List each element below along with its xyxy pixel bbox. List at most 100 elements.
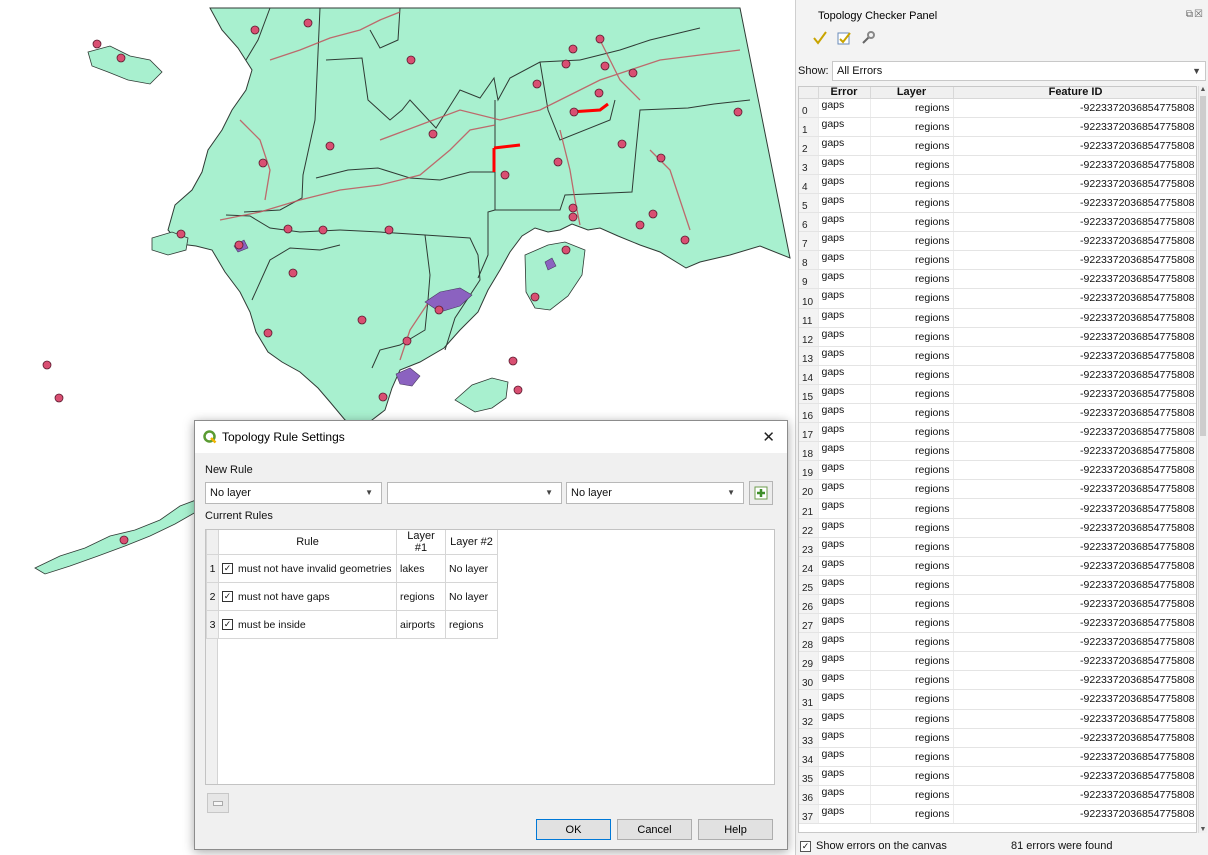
rule-layer2-cell[interactable]: regions <box>445 610 498 639</box>
error-cell-layer[interactable]: regions <box>870 594 954 615</box>
error-cell-type[interactable]: gaps <box>818 651 871 672</box>
error-table-row[interactable]: 37 gaps regions -9223372036854775808 <box>799 804 1196 825</box>
error-cell-layer[interactable]: regions <box>870 747 954 767</box>
error-cell-feature-id[interactable]: -9223372036854775808 <box>953 556 1196 576</box>
error-table-row[interactable]: 9 gaps regions -9223372036854775808 <box>799 269 1196 290</box>
error-cell-feature-id[interactable]: -9223372036854775808 <box>953 613 1196 634</box>
rules-table[interactable]: Rule Layer #1 Layer #2 1 ✓ must not have i… <box>205 529 775 785</box>
error-cell-type[interactable]: gaps <box>818 785 871 805</box>
scroll-up-icon[interactable]: ▲ <box>1199 86 1207 93</box>
error-cell-type[interactable]: gaps <box>818 518 871 538</box>
error-cell-layer[interactable]: regions <box>870 422 954 443</box>
error-cell-feature-id[interactable]: -9223372036854775808 <box>953 250 1196 271</box>
error-table[interactable]: Error Layer Feature ID 0 gaps regions -9223… <box>798 86 1197 833</box>
error-cell-layer[interactable]: regions <box>870 613 954 634</box>
error-cell-type[interactable]: gaps <box>818 288 871 309</box>
error-cell-type[interactable]: gaps <box>818 613 871 634</box>
error-cell-layer[interactable]: regions <box>870 785 954 805</box>
error-cell-layer[interactable]: regions <box>870 556 954 576</box>
error-cell-layer[interactable]: regions <box>870 651 954 672</box>
error-table-row[interactable]: 11 gaps regions -9223372036854775808 <box>799 308 1196 328</box>
error-table-row[interactable]: 34 gaps regions -9223372036854775808 <box>799 747 1196 767</box>
error-cell-feature-id[interactable]: -9223372036854775808 <box>953 231 1196 252</box>
error-cell-layer[interactable]: regions <box>870 441 954 462</box>
rule-type-combo[interactable]: ▼ <box>387 482 562 504</box>
error-table-row[interactable]: 8 gaps regions -9223372036854775808 <box>799 250 1196 271</box>
error-cell-type[interactable]: gaps <box>818 308 871 328</box>
error-table-row[interactable]: 28 gaps regions -9223372036854775808 <box>799 632 1196 653</box>
error-table-row[interactable]: 0 gaps regions -9223372036854775808 <box>799 98 1196 118</box>
error-cell-feature-id[interactable]: -9223372036854775808 <box>953 422 1196 443</box>
error-table-row[interactable]: 3 gaps regions -9223372036854775808 <box>799 155 1196 175</box>
error-table-row[interactable]: 14 gaps regions -9223372036854775808 <box>799 365 1196 385</box>
error-cell-layer[interactable]: regions <box>870 460 954 481</box>
error-cell-type[interactable]: gaps <box>818 804 871 825</box>
error-cell-type[interactable]: gaps <box>818 117 871 137</box>
error-cell-layer[interactable]: regions <box>870 728 954 748</box>
error-cell-layer[interactable]: regions <box>870 498 954 519</box>
error-cell-type[interactable]: gaps <box>818 174 871 194</box>
configure-rules-icon[interactable] <box>858 28 878 48</box>
error-cell-feature-id[interactable]: -9223372036854775808 <box>953 689 1196 710</box>
error-table-row[interactable]: 36 gaps regions -9223372036854775808 <box>799 785 1196 805</box>
error-cell-layer[interactable]: regions <box>870 537 954 557</box>
error-table-scrollbar[interactable]: ▲ ▼ <box>1198 86 1207 833</box>
cancel-button[interactable]: Cancel <box>617 819 692 840</box>
error-cell-layer[interactable]: regions <box>870 98 954 118</box>
error-cell-layer[interactable]: regions <box>870 174 954 194</box>
error-table-row[interactable]: 25 gaps regions -9223372036854775808 <box>799 575 1196 595</box>
error-table-row[interactable]: 1 gaps regions -9223372036854775808 <box>799 117 1196 137</box>
error-cell-layer[interactable]: regions <box>870 804 954 825</box>
error-cell-layer[interactable]: regions <box>870 384 954 405</box>
validate-extent-icon[interactable] <box>834 28 854 48</box>
error-cell-feature-id[interactable]: -9223372036854775808 <box>953 174 1196 194</box>
error-cell-layer[interactable]: regions <box>870 689 954 710</box>
error-cell-type[interactable]: gaps <box>818 575 871 595</box>
error-cell-feature-id[interactable]: -9223372036854775808 <box>953 575 1196 595</box>
error-cell-feature-id[interactable]: -9223372036854775808 <box>953 384 1196 405</box>
error-cell-feature-id[interactable]: -9223372036854775808 <box>953 728 1196 748</box>
error-cell-feature-id[interactable]: -9223372036854775808 <box>953 804 1196 825</box>
error-cell-type[interactable]: gaps <box>818 441 871 462</box>
error-cell-layer[interactable]: regions <box>870 670 954 691</box>
error-table-row[interactable]: 12 gaps regions -9223372036854775808 <box>799 327 1196 347</box>
error-cell-type[interactable]: gaps <box>818 269 871 290</box>
error-cell-layer[interactable]: regions <box>870 288 954 309</box>
error-cell-type[interactable]: gaps <box>818 460 871 481</box>
error-table-row[interactable]: 7 gaps regions -9223372036854775808 <box>799 231 1196 252</box>
rule-row[interactable]: 2 ✓ must not have gaps regions No layer <box>206 582 498 611</box>
error-cell-layer[interactable]: regions <box>870 136 954 156</box>
error-cell-layer[interactable]: regions <box>870 479 954 500</box>
error-table-row[interactable]: 4 gaps regions -9223372036854775808 <box>799 174 1196 194</box>
error-cell-feature-id[interactable]: -9223372036854775808 <box>953 155 1196 175</box>
error-table-row[interactable]: 2 gaps regions -9223372036854775808 <box>799 136 1196 156</box>
error-cell-feature-id[interactable]: -9223372036854775808 <box>953 365 1196 385</box>
error-cell-feature-id[interactable]: -9223372036854775808 <box>953 632 1196 653</box>
error-cell-feature-id[interactable]: -9223372036854775808 <box>953 269 1196 290</box>
error-cell-layer[interactable]: regions <box>870 269 954 290</box>
error-table-row[interactable]: 10 gaps regions -9223372036854775808 <box>799 288 1196 309</box>
rule-enabled-checkbox[interactable]: ✓ <box>222 563 233 575</box>
error-table-row[interactable]: 13 gaps regions -9223372036854775808 <box>799 346 1196 366</box>
validate-all-icon[interactable] <box>810 28 830 48</box>
error-cell-type[interactable]: gaps <box>818 728 871 748</box>
error-cell-layer[interactable]: regions <box>870 632 954 653</box>
error-cell-feature-id[interactable]: -9223372036854775808 <box>953 537 1196 557</box>
error-cell-feature-id[interactable]: -9223372036854775808 <box>953 98 1196 118</box>
error-table-row[interactable]: 15 gaps regions -9223372036854775808 <box>799 384 1196 405</box>
error-cell-type[interactable]: gaps <box>818 670 871 691</box>
error-cell-layer[interactable]: regions <box>870 327 954 347</box>
error-cell-feature-id[interactable]: -9223372036854775808 <box>953 498 1196 519</box>
help-button[interactable]: Help <box>698 819 773 840</box>
error-cell-type[interactable]: gaps <box>818 709 871 729</box>
error-cell-feature-id[interactable]: -9223372036854775808 <box>953 747 1196 767</box>
error-cell-layer[interactable]: regions <box>870 212 954 233</box>
error-cell-feature-id[interactable]: -9223372036854775808 <box>953 785 1196 805</box>
error-cell-type[interactable]: gaps <box>818 498 871 519</box>
show-filter-select[interactable]: All Errors ▼ <box>832 61 1206 81</box>
error-cell-type[interactable]: gaps <box>818 193 871 214</box>
close-icon[interactable]: ✕ <box>762 428 775 446</box>
delete-rule-button[interactable] <box>207 793 229 813</box>
error-cell-layer[interactable]: regions <box>870 231 954 252</box>
error-cell-feature-id[interactable]: -9223372036854775808 <box>953 479 1196 500</box>
